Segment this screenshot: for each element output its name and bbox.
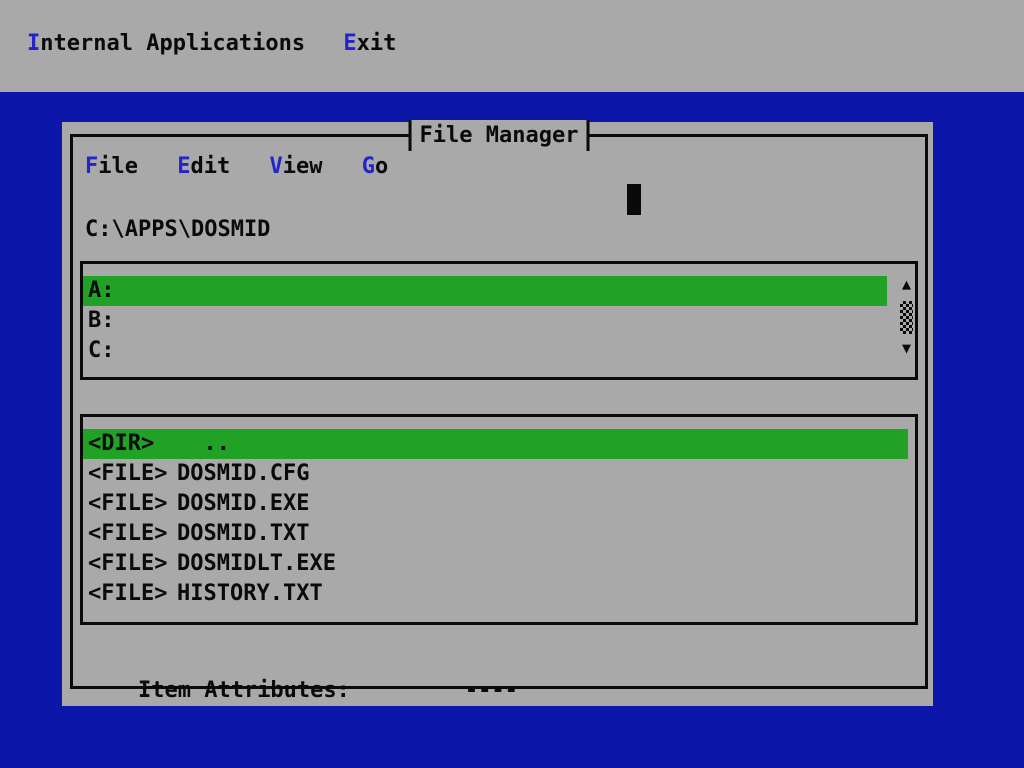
- file-item-type: <FILE>: [88, 459, 177, 489]
- drive-item[interactable]: C:: [83, 336, 887, 366]
- menu-internal-applications[interactable]: Internal Applications: [27, 31, 305, 57]
- file-item-name: DOSMID.TXT: [177, 521, 309, 546]
- item-attributes: Item Attributes: ----: [85, 646, 518, 736]
- menu-label: dit: [191, 154, 231, 179]
- drive-list: A: B: C: ▲ ▼: [80, 261, 918, 380]
- file-item-name: DOSMID.EXE: [177, 491, 309, 516]
- drive-item[interactable]: A:: [83, 276, 887, 306]
- menu-edit[interactable]: Edit: [177, 152, 230, 182]
- menu-label: nternal Applications: [40, 31, 305, 56]
- menu-hotkey: E: [343, 31, 356, 56]
- scroll-down-icon[interactable]: ▼: [898, 340, 915, 356]
- menu-label: xit: [357, 31, 397, 56]
- menu-hotkey: F: [85, 154, 98, 179]
- file-item[interactable]: <FILE>DOSMID.CFG: [83, 459, 908, 489]
- menu-exit[interactable]: Exit: [343, 31, 396, 57]
- menu-hotkey: V: [270, 154, 283, 179]
- file-manager-window: File Manager File Edit View Go C:\APPS\D…: [62, 122, 933, 706]
- drive-item[interactable]: B:: [83, 306, 887, 336]
- file-item-type: <FILE>: [88, 519, 177, 549]
- menu-hotkey: E: [177, 154, 190, 179]
- file-item-name: DOSMIDLT.EXE: [177, 551, 336, 576]
- menu-label: ile: [98, 154, 138, 179]
- file-item[interactable]: <FILE>DOSMID.TXT: [83, 519, 908, 549]
- window-menubar: File Edit View Go: [85, 152, 388, 182]
- menu-view[interactable]: View: [270, 152, 323, 182]
- scroll-up-icon[interactable]: ▲: [898, 276, 915, 292]
- file-item-name: HISTORY.TXT: [177, 581, 323, 606]
- item-attributes-label: Item Attributes:: [138, 678, 350, 703]
- scrollbar-thumb[interactable]: [900, 301, 913, 334]
- file-item[interactable]: <DIR> ..: [83, 429, 908, 459]
- top-menubar: Internal Applications Exit: [0, 0, 1024, 92]
- menu-hotkey: I: [27, 31, 40, 56]
- menu-label: iew: [283, 154, 323, 179]
- drive-scrollbar[interactable]: ▲ ▼: [898, 276, 915, 363]
- file-item[interactable]: <FILE>DOSMIDLT.EXE: [83, 549, 908, 579]
- file-item[interactable]: <FILE>DOSMID.EXE: [83, 489, 908, 519]
- menu-go[interactable]: Go: [362, 152, 389, 182]
- file-item[interactable]: <FILE>HISTORY.TXT: [83, 579, 908, 609]
- current-path: C:\APPS\DOSMID: [85, 215, 270, 245]
- file-list: <DIR> .. <FILE>DOSMID.CFG <FILE>DOSMID.E…: [80, 414, 918, 625]
- menu-hotkey: G: [362, 154, 375, 179]
- menu-file[interactable]: File: [85, 152, 138, 182]
- top-menubar-items: Internal Applications Exit: [27, 31, 396, 57]
- file-item-type: <FILE>: [88, 579, 177, 609]
- file-item-type: <DIR>: [88, 429, 177, 459]
- item-attributes-value: ----: [465, 678, 518, 703]
- file-item-type: <FILE>: [88, 549, 177, 579]
- window-title: File Manager: [409, 120, 590, 151]
- file-item-type: <FILE>: [88, 489, 177, 519]
- file-item-name: ..: [177, 431, 230, 456]
- file-item-name: DOSMID.CFG: [177, 461, 309, 486]
- text-cursor: [627, 184, 641, 215]
- menu-label: o: [375, 154, 388, 179]
